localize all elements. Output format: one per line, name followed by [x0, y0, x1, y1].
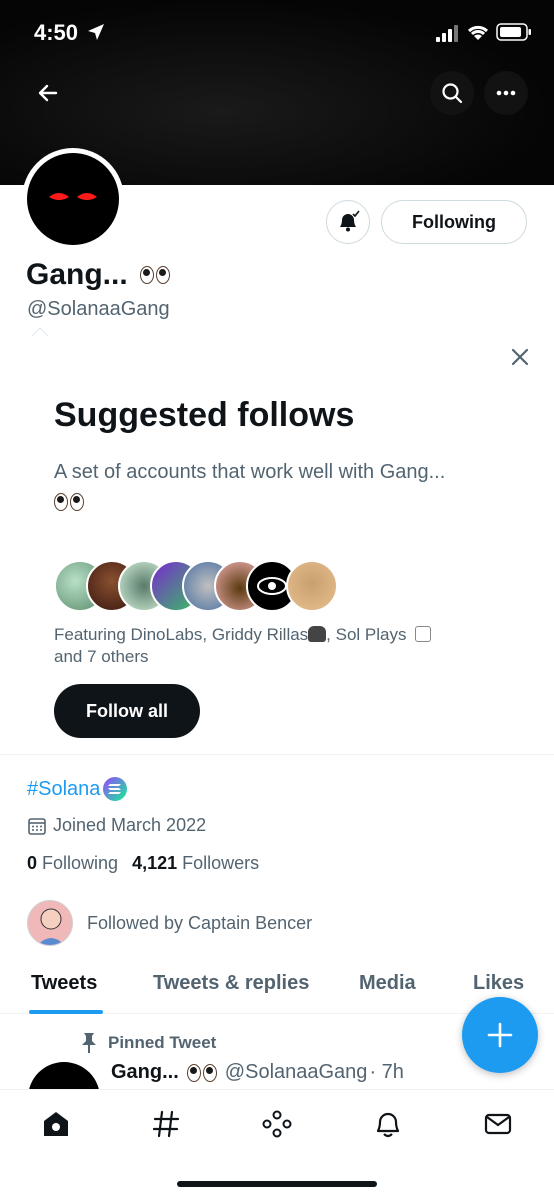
- display-name: Gang...: [26, 258, 128, 291]
- status-bar: 4:50: [0, 0, 554, 66]
- home-indicator[interactable]: [177, 1181, 377, 1187]
- joined-date: Joined March 2022: [27, 815, 206, 836]
- suggested-follows-description: A set of accounts that work well with Ga…: [54, 458, 494, 520]
- avatar-image: [27, 153, 119, 245]
- search-icon: [442, 83, 463, 104]
- profile-name-row: Gang...: [26, 258, 170, 292]
- tweet-header: Gang... @SolanaaGang · 7h: [111, 1061, 404, 1084]
- pin-icon: [82, 1033, 96, 1053]
- followed-by-text: Followed by Captain Bencer: [87, 912, 313, 933]
- featuring-text: Featuring DinoLabs, Griddy Rillas , Sol P…: [54, 624, 494, 668]
- pinned-text: Pinned Tweet: [108, 1033, 217, 1052]
- followers-stat[interactable]: 4,121 Followers: [132, 853, 259, 874]
- spaces-icon[interactable]: [261, 1108, 293, 1140]
- following-count: 0: [27, 853, 38, 873]
- location-arrow-icon: [88, 24, 104, 40]
- wifi-icon: [467, 25, 489, 40]
- notifications-icon[interactable]: [372, 1108, 404, 1140]
- follow-all-button[interactable]: Follow all: [54, 684, 200, 738]
- hashtag-link[interactable]: #Solana: [27, 778, 100, 801]
- back-button[interactable]: [26, 71, 70, 115]
- eyes-emoji-icon: [139, 266, 170, 284]
- home-icon[interactable]: [40, 1108, 72, 1140]
- divider: [0, 754, 554, 755]
- pinned-tweet-label: Pinned Tweet: [80, 1032, 216, 1054]
- eyes-emoji-icon: [186, 1063, 217, 1082]
- bell-check-icon: [340, 210, 360, 232]
- calendar-icon: [28, 817, 46, 835]
- cellular-signal-icon: [436, 25, 458, 42]
- description-text: A set of accounts that work well with Ga…: [54, 461, 446, 483]
- gorilla-emoji-icon: [308, 626, 327, 642]
- following-label: Following: [42, 853, 119, 873]
- follow-stats: 0 Following 4,121 Followers: [27, 853, 259, 874]
- follower-avatar: [27, 900, 73, 946]
- active-tab-indicator: [29, 1010, 103, 1014]
- bio-hashtag[interactable]: #Solana: [27, 777, 128, 801]
- followers-label: Followers: [182, 853, 260, 873]
- profile-avatar[interactable]: [22, 148, 124, 250]
- plus-icon: [487, 1022, 513, 1048]
- solana-logo-icon: [103, 777, 128, 801]
- messages-icon[interactable]: [482, 1108, 514, 1140]
- battery-icon: [496, 23, 531, 41]
- profile-handle: @SolanaaGang: [27, 298, 170, 320]
- featuring-line-1: Featuring DinoLabs, Griddy Rillas: [54, 625, 309, 644]
- followed-by-row[interactable]: Followed by Captain Bencer: [27, 900, 312, 946]
- more-options-button[interactable]: [484, 71, 528, 115]
- explore-hashtag-icon[interactable]: [150, 1108, 182, 1140]
- tweet-author-name[interactable]: Gang...: [111, 1061, 179, 1084]
- search-button[interactable]: [430, 71, 474, 115]
- red-eyes-icon: [49, 193, 97, 200]
- tweet-time: · 7h: [369, 1061, 404, 1083]
- profile-tabs: Tweets Tweets & replies Media Likes: [0, 962, 554, 1014]
- tweet-author-handle[interactable]: @SolanaaGang: [225, 1061, 368, 1084]
- following-stat[interactable]: 0 Following: [27, 853, 118, 874]
- followers-count: 4,121: [132, 853, 178, 873]
- tab-tweets-replies[interactable]: Tweets & replies: [153, 972, 309, 995]
- dice-emoji-icon: [415, 626, 432, 642]
- compose-tweet-button[interactable]: [462, 997, 538, 1073]
- tab-media[interactable]: Media: [359, 972, 416, 995]
- more-horizontal-icon: [496, 90, 516, 96]
- following-button[interactable]: Following: [381, 200, 527, 244]
- tab-likes[interactable]: Likes: [473, 972, 524, 995]
- featuring-line-2: and 7 others: [54, 647, 149, 666]
- tab-tweets[interactable]: Tweets: [31, 972, 97, 995]
- back-arrow-icon: [38, 84, 58, 102]
- notifications-toggle-button[interactable]: [326, 200, 370, 244]
- featuring-line-1b: , Sol Plays: [326, 625, 407, 644]
- status-time: 4:50: [34, 20, 79, 45]
- suggested-follows-title: Suggested follows: [54, 396, 355, 434]
- suggested-avatar[interactable]: [286, 560, 338, 612]
- eyes-emoji-icon: [54, 493, 84, 511]
- joined-text: Joined March 2022: [53, 815, 207, 835]
- close-icon[interactable]: [508, 345, 532, 369]
- suggested-avatar-stack[interactable]: [54, 560, 354, 614]
